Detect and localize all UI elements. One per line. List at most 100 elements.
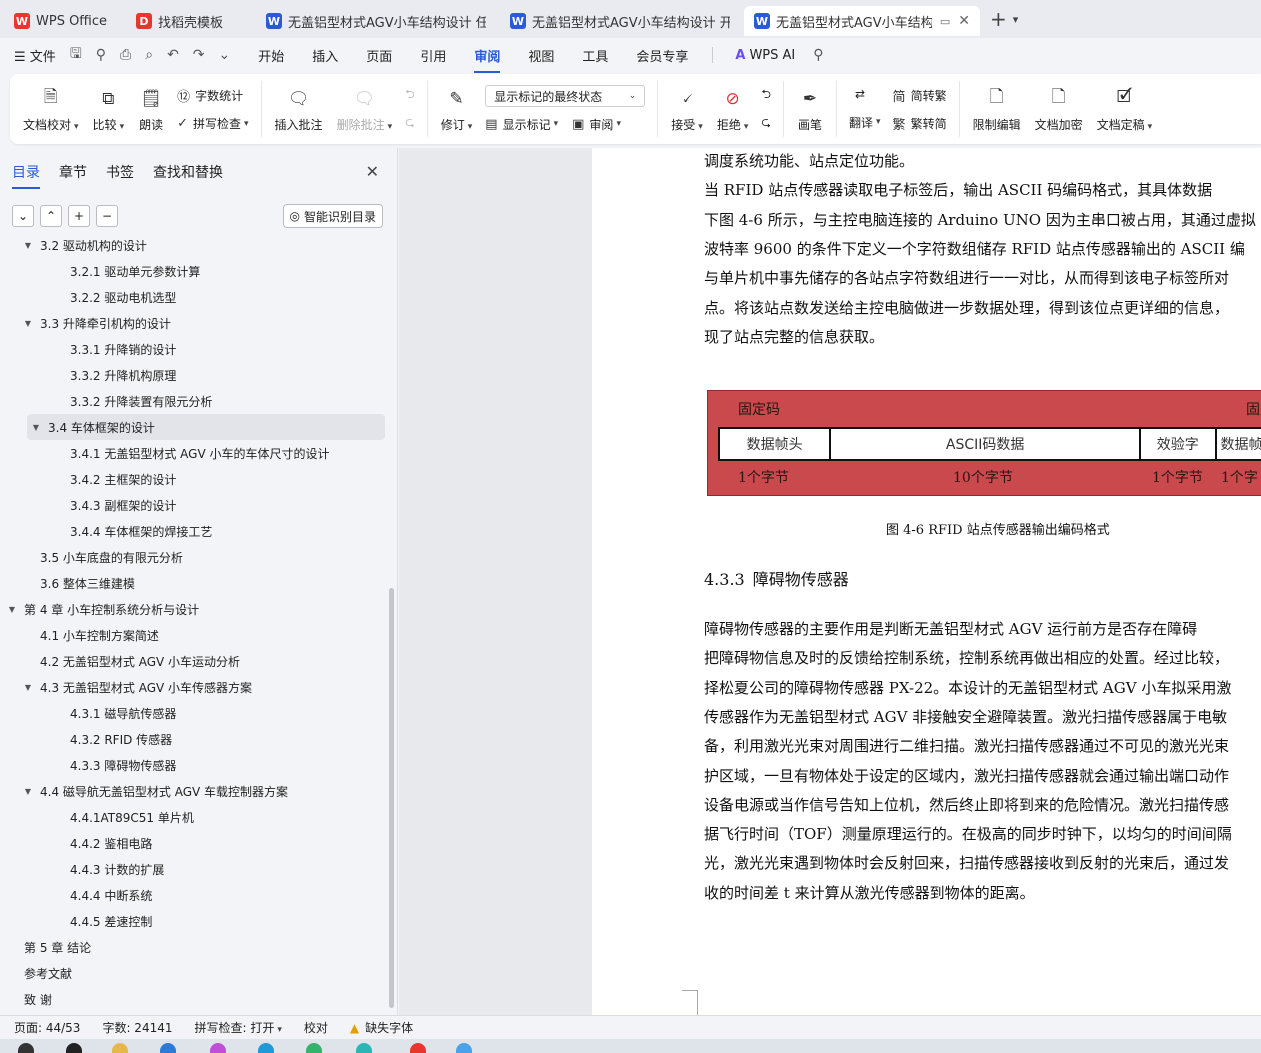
toc-item[interactable]: 4.1 小车控制方案简述 [0, 622, 159, 648]
expand-toggle-icon[interactable]: ▼ [22, 683, 34, 692]
restrict-edit-button[interactable]: 🗋 限制编辑 [966, 81, 1028, 137]
expand-toggle-icon[interactable]: ▼ [22, 319, 34, 328]
toc-item[interactable]: 4.2 无盖铝型材式 AGV 小车运动分析 [0, 648, 240, 674]
traditional-to-simplified-button[interactable]: 繁繁转简 [893, 114, 947, 133]
reject-button[interactable]: ⊘ 拒绝 ▾ [710, 81, 756, 137]
next-comment-icon[interactable]: ⮎ [405, 113, 415, 134]
toc-item[interactable]: ▼ 4.4 磁导航无盖铝型材式 AGV 车载控制器方案 [0, 778, 288, 804]
tab-tools[interactable]: 工具 [582, 46, 608, 65]
toc-scrollbar[interactable] [389, 588, 394, 1008]
toc-item[interactable]: 3.4.1 无盖铝型材式 AGV 小车的车体尺寸的设计 [0, 440, 329, 466]
tab-docer-templates[interactable]: D 找稻壳模板 [126, 6, 252, 36]
proof-indicator[interactable]: 校对 [304, 1019, 328, 1036]
delete-comment-button[interactable]: 🗨 删除批注 ▾ [330, 81, 400, 137]
collapse-all-icon[interactable]: ⌃ [40, 205, 62, 227]
toc-item[interactable]: 3.5 小车底盘的有限元分析 [0, 544, 183, 570]
read-aloud-button[interactable]: 🗒 朗读 [131, 81, 171, 137]
toc-item[interactable]: 第 5 章 结论 [0, 934, 91, 960]
toc-item[interactable]: 4.4.3 计数的扩展 [0, 856, 164, 882]
next-change-icon[interactable]: ⮎ [761, 113, 771, 134]
spell-check-indicator[interactable]: 拼写检查: 打开 ▾ [195, 1019, 282, 1036]
close-tab-icon[interactable]: ✕ [958, 13, 970, 29]
toc-item[interactable]: ▼ 3.4 车体框架的设计 [27, 414, 385, 440]
taskbar-app-icon[interactable] [356, 1043, 372, 1053]
toc-item[interactable]: 3.6 整体三维建模 [0, 570, 135, 596]
expand-all-icon[interactable]: ⌄ [12, 205, 34, 227]
accept-button[interactable]: 🗸 接受 ▾ [664, 81, 710, 137]
close-pane-icon[interactable]: ✕ [366, 162, 379, 181]
toc-item[interactable]: 3.3.2 升降机构原理 [0, 362, 176, 388]
track-changes-button[interactable]: ✎ 修订 ▾ [434, 81, 480, 137]
nav-tab-sections[interactable]: 章节 [59, 162, 87, 182]
toc-item[interactable]: 3.2.2 驱动电机选型 [0, 284, 176, 310]
toc-item[interactable]: 4.3.1 磁导航传感器 [0, 700, 176, 726]
toc-item[interactable]: ▼ 第 4 章 小车控制系统分析与设计 [0, 596, 199, 622]
nav-tab-find-replace[interactable]: 查找和替换 [153, 162, 223, 182]
prev-change-icon[interactable]: ⮌ [761, 85, 771, 106]
taskbar-app-icon[interactable] [160, 1043, 176, 1053]
print-preview-icon[interactable]: ⌕ [145, 47, 153, 63]
pen-button[interactable]: ✒ 画笔 [790, 81, 830, 137]
review-pane-button[interactable]: ▣ 审阅 ▾ [572, 116, 621, 133]
new-tab-icon[interactable]: + [990, 7, 1007, 31]
expand-toggle-icon[interactable]: ▼ [6, 605, 18, 614]
translate-icon[interactable]: ⇄ [849, 87, 881, 101]
redo-icon[interactable]: ↷ [193, 47, 205, 63]
tab-list-chevron-icon[interactable]: ▾ [1013, 13, 1019, 26]
toc-item[interactable]: 4.4.2 鉴相电路 [0, 830, 152, 856]
tab-document-thesis[interactable]: W 无盖铝型材式AGV小车结构设 ▭ ✕ [744, 6, 980, 36]
toc-item[interactable]: 3.4.4 车体框架的焊接工艺 [0, 518, 212, 544]
tab-review[interactable]: 审阅 [474, 46, 501, 73]
insert-comment-button[interactable]: 🗨 插入批注 [268, 81, 330, 137]
toc-item[interactable]: 3.4.3 副框架的设计 [0, 492, 176, 518]
toc-item[interactable]: 3.3.1 升降销的设计 [0, 336, 176, 362]
print-icon[interactable]: ⎙ [120, 47, 131, 63]
taskbar-app-icon[interactable] [306, 1043, 322, 1053]
toc-item[interactable]: ▼ 4.3 无盖铝型材式 AGV 小车传感器方案 [0, 674, 252, 700]
finalize-button[interactable]: 🗹 文档定稿 ▾ [1090, 81, 1160, 137]
page-indicator[interactable]: 页面: 44/53 [14, 1019, 80, 1036]
missing-font-indicator[interactable]: ▲ 缺失字体 [350, 1019, 413, 1036]
tab-view[interactable]: 视图 [528, 46, 554, 65]
show-markup-button[interactable]: ▤ 显示标记 ▾ [485, 116, 558, 133]
tab-insert[interactable]: 插入 [312, 46, 338, 65]
toc-item[interactable]: ▼ 3.3 升降牵引机构的设计 [0, 310, 171, 336]
nav-tab-bookmarks[interactable]: 书签 [106, 162, 134, 182]
taskbar-app-icon[interactable] [66, 1043, 82, 1053]
tab-document-task[interactable]: W 无盖铝型材式AGV小车结构设计 任务 [256, 6, 496, 36]
tab-references[interactable]: 引用 [420, 46, 446, 65]
remove-heading-icon[interactable]: − [96, 205, 118, 227]
markup-state-select[interactable]: 显示标记的最终状态 ⌄ [485, 85, 646, 108]
expand-toggle-icon[interactable]: ▼ [22, 241, 34, 250]
save-icon[interactable]: 🖫 [70, 43, 82, 67]
compare-button[interactable]: ⧉ 比较 ▾ [86, 81, 132, 137]
toc-item[interactable]: 3.3.2 升降装置有限元分析 [0, 388, 212, 414]
simplified-to-traditional-button[interactable]: 简简转繁 [893, 86, 947, 105]
taskbar-app-icon[interactable] [210, 1043, 226, 1053]
translate-button[interactable]: 翻译 ▾ [849, 114, 881, 131]
toc-item[interactable]: 4.4.5 差速控制 [0, 908, 152, 934]
toc-item[interactable]: 3.2.1 驱动单元参数计算 [0, 258, 200, 284]
toc-item[interactable]: ▼ 3.2 驱动机构的设计 [0, 240, 147, 258]
toc-item[interactable]: 致 谢 [0, 986, 52, 1012]
toc-item[interactable]: 3.4.2 主框架的设计 [0, 466, 176, 492]
taskbar-app-icon[interactable] [456, 1043, 472, 1053]
wps-ai-button[interactable]: A WPS AI [735, 48, 795, 63]
taskbar-start-icon[interactable] [18, 1043, 34, 1053]
screen-icon[interactable]: ▭ [940, 15, 950, 28]
doc-proofread-button[interactable]: 🗎 文档校对 ▾ [16, 81, 86, 137]
smart-toc-button[interactable]: ◎ 智能识别目录 [282, 204, 383, 228]
encrypt-button[interactable]: 🗋 文档加密 [1028, 81, 1090, 137]
tab-page[interactable]: 页面 [366, 46, 392, 65]
search-icon[interactable]: ⚲ [813, 47, 823, 63]
toc-item[interactable]: 4.4.1AT89C51 单片机 [0, 804, 194, 830]
word-count-indicator[interactable]: 字数: 24141 [102, 1019, 172, 1036]
spell-check-button[interactable]: ✓ 拼写检查 ▾ [177, 115, 248, 132]
nav-tab-toc[interactable]: 目录 [12, 162, 40, 189]
toc-item[interactable]: 4.3.3 障碍物传感器 [0, 752, 176, 778]
taskbar-folder-icon[interactable] [112, 1043, 128, 1053]
tab-wps-office[interactable]: W WPS Office [4, 6, 122, 36]
add-heading-icon[interactable]: + [68, 205, 90, 227]
toc-item[interactable]: 4.3.2 RFID 传感器 [0, 726, 172, 752]
expand-toggle-icon[interactable]: ▼ [22, 787, 34, 796]
